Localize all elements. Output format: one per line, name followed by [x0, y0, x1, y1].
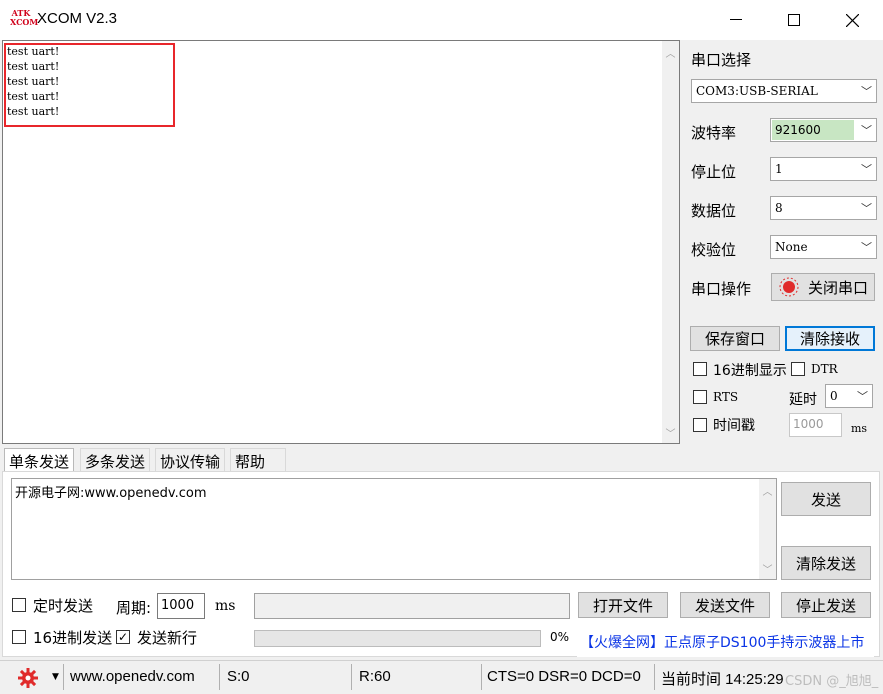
period-unit: ms [215, 598, 236, 614]
status-divider [351, 664, 352, 690]
port-operation-label: 串口操作 [691, 280, 752, 298]
send-progress-bar [254, 630, 541, 647]
minimize-icon [730, 19, 742, 20]
file-path-field[interactable] [254, 593, 570, 619]
status-received-count: R:60 [359, 668, 391, 685]
delay-value: 0 [830, 389, 838, 403]
stop-send-button[interactable]: 停止发送 [781, 592, 871, 618]
status-current-time: 当前时间 14:25:29 [661, 671, 784, 688]
send-newline-checkbox[interactable]: ✓ [116, 630, 130, 644]
gear-icon [18, 668, 38, 688]
status-line-signals: CTS=0 DSR=0 DCD=0 [487, 668, 641, 685]
csdn-watermark: CSDN @_旭旭_ [785, 674, 879, 689]
settings-gear-button[interactable] [17, 667, 39, 693]
dtr-label: DTR [811, 362, 838, 376]
clear-send-button[interactable]: 清除发送 [781, 546, 871, 580]
chevron-down-icon: ﹀ [861, 124, 872, 137]
chevron-down-icon: ﹀ [861, 241, 872, 254]
chevron-down-icon: ﹀ [861, 85, 872, 98]
receive-scrollbar[interactable]: ︿ ﹀ [662, 41, 679, 443]
stop-bits-combo[interactable]: 1 ﹀ [770, 157, 877, 181]
dtr-checkbox[interactable] [791, 362, 805, 376]
title-bar: ATK XCOM XCOM V2.3 [0, 0, 883, 40]
save-window-button[interactable]: 保存窗口 [690, 326, 780, 351]
red-led-icon [779, 277, 799, 297]
tab-help[interactable]: 帮助 [230, 448, 286, 471]
chevron-down-icon: ﹀ [861, 202, 872, 215]
highlight-box [4, 43, 175, 127]
baud-combo[interactable]: 921600 ﹀ [770, 118, 877, 142]
send-text-area[interactable]: 开源电子网:www.openedv.com ︿ ﹀ [11, 478, 777, 580]
send-text: 开源电子网:www.openedv.com [15, 486, 207, 501]
ad-link[interactable]: 【火爆全网】正点原子DS100手持示波器上市 [577, 627, 874, 657]
chevron-down-icon: ﹀ [857, 390, 868, 403]
caret-down-icon[interactable]: ▼ [52, 672, 59, 682]
scroll-down-icon[interactable]: ﹀ [662, 425, 679, 440]
send-file-button[interactable]: 发送文件 [680, 592, 770, 618]
xcom-logo: ATK XCOM [10, 8, 39, 27]
tab-protocol[interactable]: 协议传输 [155, 448, 226, 471]
status-divider [219, 664, 220, 690]
scroll-up-icon[interactable]: ︿ [662, 45, 679, 60]
port-value: COM3:USB-SERIAL [696, 84, 818, 98]
close-button[interactable] [823, 0, 881, 40]
tab-multi-send[interactable]: 多条发送 [80, 448, 151, 471]
hex-display-label: 16进制显示 [713, 363, 787, 379]
data-bits-value: 8 [775, 201, 783, 215]
status-divider [654, 664, 655, 690]
timestamp-unit: ms [851, 422, 868, 435]
timestamp-input[interactable]: 1000 [789, 413, 842, 437]
maximize-icon [788, 14, 800, 26]
chevron-down-icon: ﹀ [861, 163, 872, 176]
status-divider [481, 664, 482, 690]
delay-label: 延时 [789, 392, 817, 408]
port-combo[interactable]: COM3:USB-SERIAL ﹀ [691, 79, 877, 103]
stop-bits-value: 1 [775, 162, 783, 176]
tab-single-send[interactable]: 单条发送 [4, 448, 75, 471]
close-port-button[interactable]: 关闭串口 [771, 273, 875, 301]
timed-send-checkbox[interactable] [12, 598, 26, 612]
parity-value: None [775, 240, 808, 254]
status-divider [63, 664, 64, 690]
period-input[interactable]: 1000 [157, 593, 205, 619]
scroll-up-icon[interactable]: ︿ [759, 483, 776, 498]
timestamp-checkbox[interactable] [693, 418, 707, 432]
send-newline-label: 发送新行 [137, 629, 198, 647]
progress-label: 0% [550, 630, 570, 644]
maximize-button[interactable] [765, 0, 823, 40]
clear-receive-button[interactable]: 清除接收 [785, 326, 875, 351]
parity-combo[interactable]: None ﹀ [770, 235, 877, 259]
hex-send-checkbox[interactable] [12, 630, 26, 644]
minimize-button[interactable] [707, 0, 765, 40]
period-label: 周期: [116, 599, 152, 617]
receive-text-area[interactable]: test uart! test uart! test uart! test ua… [2, 40, 680, 444]
parity-label: 校验位 [691, 241, 737, 259]
hex-display-checkbox[interactable] [693, 362, 707, 376]
baud-label: 波特率 [691, 124, 737, 142]
delay-combo[interactable]: 0 ﹀ [825, 384, 873, 408]
hex-send-label: 16进制发送 [33, 629, 113, 647]
rts-label: RTS [713, 390, 739, 404]
scroll-down-icon[interactable]: ﹀ [759, 561, 776, 576]
timed-send-label: 定时发送 [33, 597, 94, 615]
data-bits-combo[interactable]: 8 ﹀ [770, 196, 877, 220]
status-sent-count: S:0 [227, 668, 250, 685]
baud-value: 921600 [775, 123, 821, 137]
open-file-button[interactable]: 打开文件 [578, 592, 668, 618]
send-button[interactable]: 发送 [781, 482, 871, 516]
stop-bits-label: 停止位 [691, 163, 737, 181]
status-url[interactable]: www.openedv.com [70, 666, 195, 690]
window-title: XCOM V2.3 [37, 10, 118, 27]
close-icon [845, 13, 859, 27]
data-bits-label: 数据位 [691, 202, 737, 220]
port-select-label: 串口选择 [691, 51, 752, 69]
timestamp-label: 时间戳 [713, 418, 755, 434]
rts-checkbox[interactable] [693, 390, 707, 404]
close-port-label: 关闭串口 [807, 278, 868, 297]
send-scrollbar[interactable]: ︿ ﹀ [759, 479, 776, 579]
